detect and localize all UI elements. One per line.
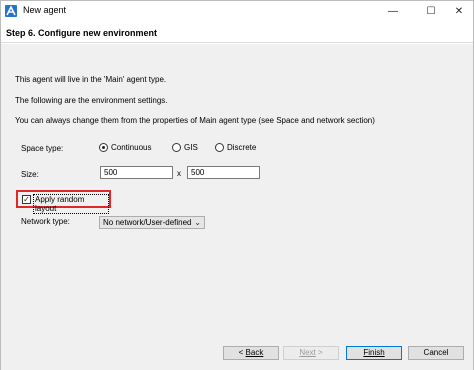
radio-label: Continuous <box>111 143 152 152</box>
space-type-discrete-radio[interactable]: Discrete <box>215 143 256 152</box>
back-button[interactable]: < Back <box>223 346 279 360</box>
next-arrow-icon: > <box>318 348 323 357</box>
radio-indicator <box>215 143 224 152</box>
anylogic-app-icon <box>5 5 17 17</box>
width-input[interactable]: 500 <box>100 166 173 179</box>
close-button[interactable]: ✕ <box>445 1 473 21</box>
next-label: Next <box>299 348 316 357</box>
finish-label: Finish <box>363 348 385 357</box>
wizard-content: This agent will live in the 'Main' agent… <box>1 44 473 335</box>
cancel-button[interactable]: Cancel <box>408 346 464 360</box>
step-title: Step 6. Configure new environment <box>6 28 158 38</box>
radio-selected-indicator <box>99 143 108 152</box>
radio-indicator <box>172 143 181 152</box>
size-label: Size: <box>21 170 39 179</box>
next-button[interactable]: Next > <box>283 346 339 360</box>
network-type-select[interactable]: No network/User-defined ⌄ <box>99 216 205 229</box>
radio-label: GIS <box>184 143 198 152</box>
info-line-settings: The following are the environment settin… <box>15 96 168 105</box>
random-layout-checkbox[interactable]: ✓ <box>22 195 31 204</box>
cancel-label: Cancel <box>423 348 449 357</box>
network-type-value: No network/User-defined <box>103 218 192 227</box>
wizard-header: Step 6. Configure new environment <box>1 21 473 43</box>
info-line-change-hint: You can always change them from the prop… <box>15 116 375 125</box>
space-type-continuous-radio[interactable]: Continuous <box>99 143 151 152</box>
network-type-label: Network type: <box>21 217 70 226</box>
random-layout-label[interactable]: Apply random layout <box>33 194 109 214</box>
new-agent-dialog: New agent — ☐ ✕ Step 6. Configure new en… <box>0 0 474 370</box>
window-title: New agent <box>23 5 67 15</box>
size-separator: x <box>177 169 181 178</box>
back-arrow-icon: < <box>238 348 244 357</box>
minimize-button[interactable]: — <box>379 1 407 21</box>
space-type-label: Space type: <box>21 144 64 153</box>
chevron-down-icon: ⌄ <box>194 218 201 227</box>
maximize-button[interactable]: ☐ <box>417 1 445 21</box>
height-input[interactable]: 500 <box>187 166 260 179</box>
title-bar: New agent — ☐ ✕ <box>1 1 473 21</box>
space-type-gis-radio[interactable]: GIS <box>172 143 198 152</box>
radio-label: Discrete <box>227 143 257 152</box>
info-line-agent-type: This agent will live in the 'Main' agent… <box>15 75 167 84</box>
finish-button[interactable]: Finish <box>346 346 402 360</box>
wizard-footer: < Back Next > Finish Cancel <box>1 335 473 370</box>
random-layout-highlight: ✓ Apply random layout <box>16 190 111 214</box>
back-label: Back <box>245 348 264 357</box>
